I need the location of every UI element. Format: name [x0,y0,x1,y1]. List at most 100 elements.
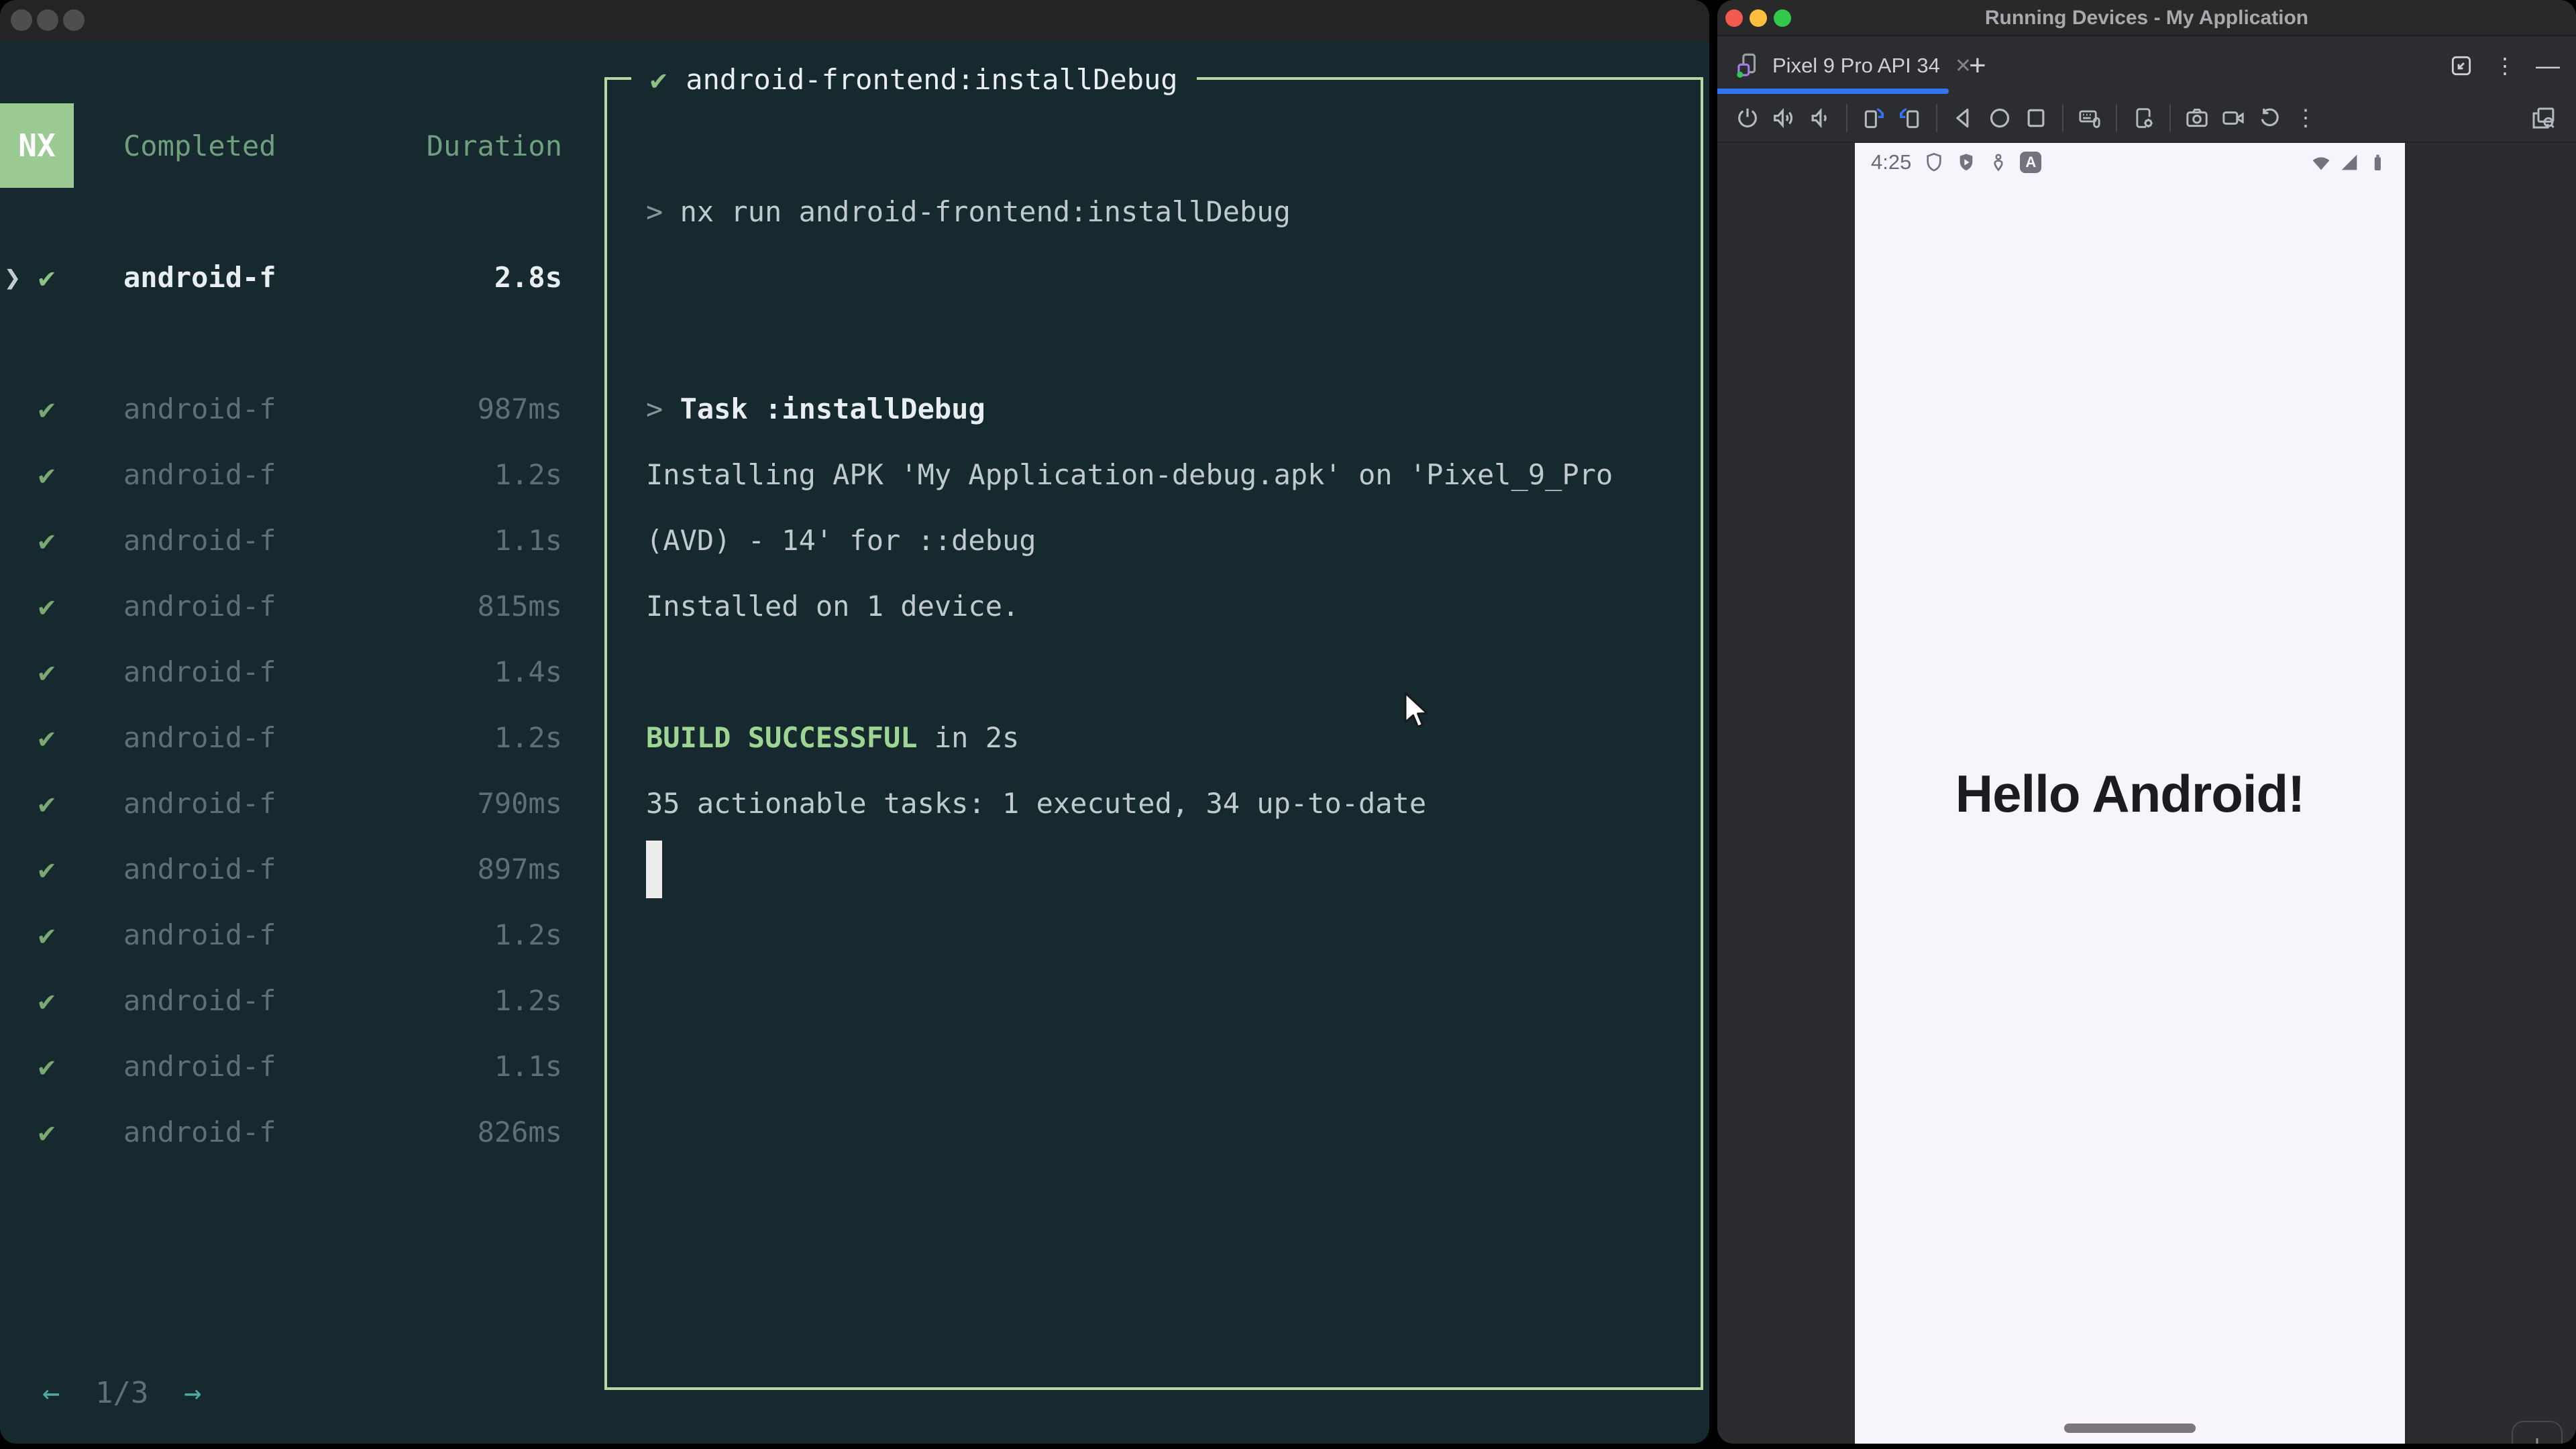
shield-icon [1923,152,1945,173]
more-options-icon[interactable]: ⋮ [2494,53,2516,78]
task-duration: 1.4s [494,655,562,688]
task-duration: 1.1s [494,1050,562,1083]
apk-line-1: Installing APK 'My Application-debug.apk… [646,458,1613,491]
studio-titlebar[interactable]: Running Devices - My Application [1717,0,2576,36]
task-name: android-f [123,261,276,294]
task-name: android-f [123,984,276,1017]
gradle-task-text: Task :installDebug [680,392,985,425]
running-devices-window: Running Devices - My Application Pixel 9… [1717,0,2576,1444]
device-settings-button[interactable] [2128,103,2159,133]
close-traffic-light[interactable] [11,9,32,31]
check-icon: ✔ [38,524,56,557]
task-row[interactable]: ✔ android-f 826ms [0,1099,590,1165]
task-row[interactable]: ✔ android-f 897ms [0,837,590,902]
check-icon: ✔ [38,458,56,491]
wellbeing-icon [1988,152,2009,173]
minimize-traffic-light[interactable] [37,9,58,31]
next-page-arrow[interactable]: → [184,1360,202,1426]
zoom-traffic-light[interactable] [1774,9,1791,27]
task-name: android-f [123,721,276,754]
cursor-line [646,837,1687,902]
selected-task-row[interactable]: ❯ ✔ android-f 2.8s [0,245,590,311]
hide-panel-icon[interactable]: — [2536,52,2560,80]
task-row[interactable]: ✔ android-f 1.2s [0,902,590,968]
task-name: android-f [123,918,276,951]
emulator-screen[interactable]: 4:25 A Hello Android! [1855,143,2405,1444]
toolbar-separator [2169,103,2171,132]
rotate-left-button[interactable] [1858,103,1889,133]
task-row[interactable]: ✔ android-f 1.2s [0,442,590,508]
task-duration: 826ms [477,1116,562,1148]
navigation-pill[interactable] [2064,1424,2196,1433]
minimize-traffic-light[interactable] [1750,9,1767,27]
toolbar-separator [2062,103,2063,132]
rotate-right-button[interactable] [1894,103,1925,133]
volume-down-button[interactable] [1805,103,1835,133]
check-icon: ✔ [38,655,56,688]
prompt-glyph: > [646,392,680,425]
build-status-text: BUILD SUCCESSFUL [646,721,918,754]
task-duration: 2.8s [494,261,562,294]
task-name: android-f [123,524,276,557]
task-duration: 1.1s [494,524,562,557]
device-tabbar: Pixel 9 Pro API 34 ✕ + ⋮ — [1717,38,2576,94]
restart-button[interactable] [2254,103,2285,133]
task-duration: 1.2s [494,721,562,754]
status-time: 4:25 [1871,150,1912,174]
power-button[interactable] [1732,103,1763,133]
task-row[interactable]: ✔ android-f 987ms [0,376,590,442]
zoom-traffic-light[interactable] [63,9,85,31]
close-traffic-light[interactable] [1725,9,1743,27]
task-row[interactable]: ✔ android-f 1.2s [0,705,590,771]
task-duration: 815ms [477,590,562,623]
overview-button[interactable] [2021,103,2051,133]
toolbar-separator [2116,103,2117,132]
task-duration: 1.2s [494,984,562,1017]
panel-controls: ⋮ — [2449,52,2576,80]
task-row[interactable]: ✔ android-f 1.4s [0,639,590,705]
check-icon: ✔ [38,984,56,1017]
task-row[interactable]: ✔ android-f 815ms [0,574,590,639]
task-row[interactable]: ✔ android-f 1.2s [0,968,590,1034]
task-name: android-f [123,655,276,688]
task-row[interactable]: ✔ android-f 1.1s [0,508,590,574]
task-row[interactable]: ✔ android-f 790ms [0,771,590,837]
duration-column-header: Duration [426,129,562,162]
device-toolbar: ⋮ [1717,94,2576,143]
prev-page-arrow[interactable]: ← [42,1360,60,1426]
task-name: android-f [123,392,276,425]
check-icon: ✔ [38,590,56,623]
terminal-titlebar[interactable] [0,0,1709,41]
installed-line: Installed on 1 device. [646,590,1020,623]
build-time-text: in 2s [917,721,1020,754]
pagination: ← 1/3 → [0,1360,268,1426]
back-button[interactable] [1948,103,1979,133]
check-icon: ✔ [38,392,56,425]
home-button[interactable] [1984,103,2015,133]
task-name: android-f [123,1116,276,1148]
device-tab-label: Pixel 9 Pro API 34 [1772,54,1940,77]
gradle-task-line: > Task :installDebug [646,376,1687,442]
device-phone-icon [1733,52,1762,80]
keyboard-input-button[interactable] [2074,103,2105,133]
screenshot-button[interactable] [2182,103,2212,133]
volume-up-button[interactable] [1768,103,1799,133]
command-line: > nx run android-frontend:installDebug [646,179,1687,245]
task-name: android-f [123,853,276,885]
fit-to-window-button[interactable] [2528,103,2559,133]
zoom-in-button[interactable]: + [2529,1432,2544,1444]
screen-record-button[interactable] [2218,103,2249,133]
hello-android-text: Hello Android! [1955,764,2305,823]
task-name: android-f [123,787,276,820]
task-list-header: Completed Duration [0,113,590,179]
toolbar-more-icon[interactable]: ⋮ [2290,105,2321,131]
task-row[interactable]: ✔ android-f 1.1s [0,1034,590,1099]
tab-close-icon[interactable]: ✕ [1955,54,1972,78]
embed-window-icon[interactable] [2449,53,2474,78]
device-tab-pixel9pro[interactable]: Pixel 9 Pro API 34 ✕ [1717,38,1972,94]
mouse-cursor [1402,691,1432,733]
task-name: android-f [123,1050,276,1083]
task-name: android-f [123,590,276,623]
task-output-title-text: android-frontend:installDebug [686,63,1178,96]
